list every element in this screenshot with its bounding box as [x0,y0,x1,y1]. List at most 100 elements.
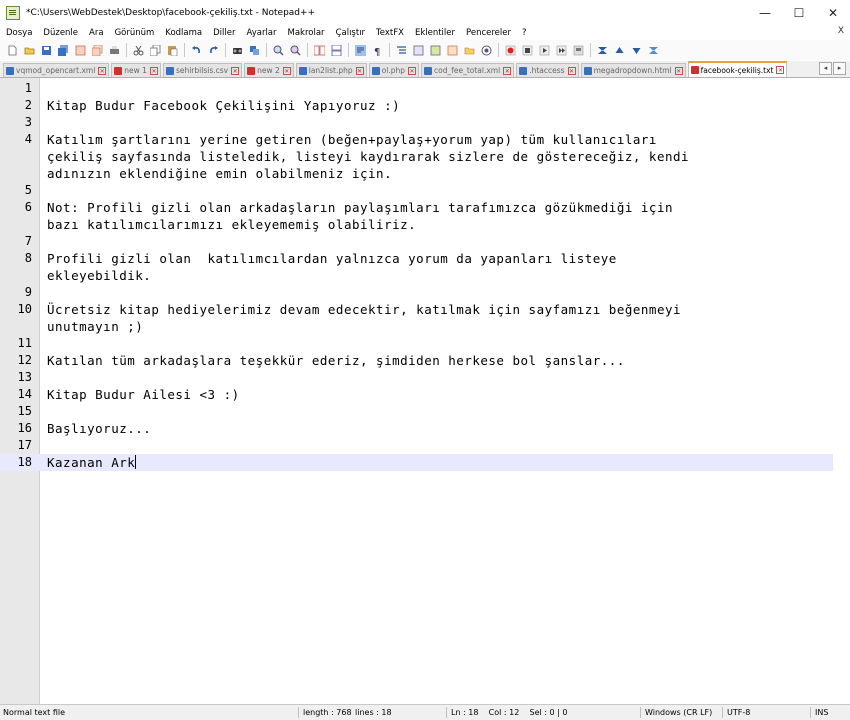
word-wrap-button[interactable] [352,42,368,58]
menu-calistir[interactable]: Çalıştır [330,28,370,38]
menu-duzenle[interactable]: Düzenle [37,28,83,38]
save-button[interactable] [38,42,54,58]
indent-guide-button[interactable] [393,42,409,58]
sync-vertical-button[interactable] [311,42,327,58]
monitoring-icon [481,45,491,55]
tab-label: new 2 [257,66,280,75]
new-file-button[interactable] [4,42,20,58]
menu-ara[interactable]: Ara [83,28,109,38]
function-list-button[interactable] [444,42,460,58]
tab-close-icon[interactable]: ✕ [776,66,785,74]
stop-record-icon [522,45,532,55]
print-button[interactable] [106,42,122,58]
text-caret [135,455,137,469]
tab-lan2list[interactable]: lan2list.php ✕ [295,63,367,77]
tab-label: new 1 [124,66,147,75]
sync-horizontal-button[interactable] [328,42,344,58]
menu-ayarlar[interactable]: Ayarlar [240,28,281,38]
tab-megadropdown[interactable]: megadropdown.html ✕ [580,63,686,77]
zoom-out-button[interactable] [287,42,303,58]
minimize-button[interactable]: — [748,0,782,26]
show-all-chars-button[interactable]: ¶ [369,42,385,58]
menu-diller[interactable]: Diller [207,28,240,38]
maximize-button[interactable]: ☐ [782,0,816,26]
open-file-button[interactable] [21,42,37,58]
play-multiple-button[interactable] [553,42,569,58]
textfx-button-1[interactable] [594,42,610,58]
close-file-button[interactable] [72,42,88,58]
textfx-button-3[interactable] [628,42,644,58]
save-macro-button[interactable] [570,42,586,58]
tab-sehirbilsis[interactable]: sehirbilsis.csv ✕ [162,63,243,77]
tab-close-icon[interactable]: ✕ [282,66,291,75]
textfx-icon-3 [632,47,640,54]
tab-close-icon[interactable]: ✕ [355,66,364,75]
tab-vqmod-opencart[interactable]: vqmod_opencart.xml ✕ [3,63,110,77]
tab-scroll-left-icon[interactable]: ◂ [819,62,832,75]
replace-button[interactable] [246,42,262,58]
editor-line: 1 [0,80,850,97]
menu-eklentiler[interactable]: Eklentiler [409,28,460,38]
play-multiple-icon [556,45,566,55]
menu-makrolar[interactable]: Makrolar [282,28,330,38]
tab-close-icon[interactable]: ✕ [407,66,416,75]
status-encoding: UTF-8 [727,708,751,717]
menu-dosya[interactable]: Dosya [0,28,37,38]
tab-close-icon[interactable]: ✕ [674,66,683,75]
copy-button[interactable] [147,42,163,58]
undo-button[interactable] [188,42,204,58]
status-divider [640,707,641,718]
menu-textfx[interactable]: TextFX [370,28,409,38]
close-all-button[interactable] [89,42,105,58]
line-number: 17 [17,438,32,452]
close-button[interactable]: ✕ [816,0,850,26]
tab-htaccess[interactable]: .htaccess ✕ [516,63,579,77]
redo-button[interactable] [205,42,221,58]
menu-help[interactable]: ? [516,28,532,38]
record-macro-button[interactable] [502,42,518,58]
tab-close-icon[interactable]: ✕ [98,66,107,75]
menu-gorunum[interactable]: Görünüm [109,28,160,38]
cut-button[interactable] [130,42,146,58]
folder-workspace-icon [464,47,474,54]
zoom-out-icon [290,45,300,55]
tab-close-icon[interactable]: ✕ [149,66,158,75]
line-text: ekleyebildik. [47,268,152,283]
text-editor[interactable]: 1 2 Kitap Budur Facebook Çekilişini Yapıy… [0,78,850,704]
tab-label: megadropdown.html [593,66,672,75]
textfx-button-4[interactable] [645,42,661,58]
editor-line: 7 [0,233,850,250]
document-close-button[interactable]: X [838,26,844,36]
line-text: Not: Profili gizli olan arkadaşların pay… [47,200,673,215]
udl-button[interactable] [410,42,426,58]
play-macro-icon [539,45,549,55]
vertical-scrollbar[interactable] [833,78,850,704]
monitoring-button[interactable] [478,42,494,58]
new-file-icon [8,45,16,55]
doc-map-button[interactable] [427,42,443,58]
save-all-button[interactable] [55,42,71,58]
find-button[interactable] [229,42,245,58]
tab-new-1[interactable]: new 1 ✕ [111,63,161,77]
tab-label: ol.php [381,66,405,75]
tab-ol-php[interactable]: ol.php ✕ [368,63,419,77]
menu-kodlama[interactable]: Kodlama [159,28,207,38]
paste-button[interactable] [164,42,180,58]
tab-close-icon[interactable]: ✕ [567,66,576,75]
editor-line: 13 [0,369,850,386]
folder-workspace-button[interactable] [461,42,477,58]
tab-facebook-cekilis[interactable]: facebook-çekiliş.txt ✕ [687,61,788,77]
stop-record-button[interactable] [519,42,535,58]
tab-cod-fee-total[interactable]: cod_fee_total.xml ✕ [420,63,515,77]
textfx-button-2[interactable] [611,42,627,58]
tab-scroll-right-icon[interactable]: ▸ [833,62,846,75]
print-icon [109,45,119,54]
tab-close-icon[interactable]: ✕ [231,66,240,75]
tab-close-icon[interactable]: ✕ [503,66,512,75]
play-macro-button[interactable] [536,42,552,58]
tab-new-2[interactable]: new 2 ✕ [244,63,294,77]
menu-pencereler[interactable]: Pencereler [460,28,516,38]
tab-scroll-arrows: ◂ ▸ [818,62,846,75]
zoom-in-button[interactable] [270,42,286,58]
line-number: 1 [24,81,32,95]
